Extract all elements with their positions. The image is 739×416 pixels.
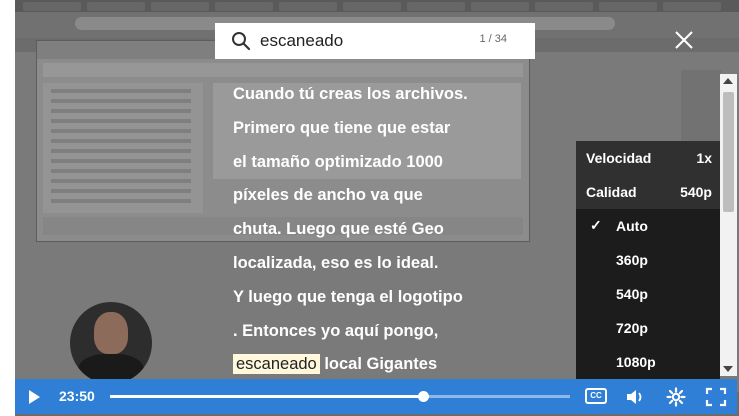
- quality-option-label: 720p: [616, 320, 648, 336]
- checkmark-icon: ✓: [590, 217, 602, 233]
- search-icon: [232, 32, 251, 51]
- transcript-line: el tamaño optimizado 1000: [233, 152, 443, 171]
- search-highlight[interactable]: escaneado: [233, 354, 320, 375]
- quality-option-540p[interactable]: 540p: [576, 277, 720, 311]
- quality-option-label: Auto: [616, 218, 648, 234]
- scroll-up-arrow-icon[interactable]: [723, 78, 733, 84]
- scroll-thumb[interactable]: [723, 92, 734, 212]
- progress-handle[interactable]: [417, 391, 429, 402]
- recorded-browser-tabs: [15, 0, 739, 12]
- transcript-line: píxeles de ancho va que: [233, 186, 423, 205]
- transcript-line: . Entonces yo aquí pongo,: [233, 321, 439, 340]
- player-control-bar: 23:50 CC: [15, 379, 737, 414]
- quality-option-720p[interactable]: 720p: [576, 311, 720, 345]
- quality-option-label: 540p: [616, 286, 648, 302]
- progress-bar[interactable]: [110, 391, 570, 402]
- quality-label: Calidad: [586, 184, 637, 200]
- speed-value: 1x: [696, 150, 712, 166]
- video-player: 1 / 34 Cuando tú creas los archivos. Pri…: [0, 0, 739, 416]
- quality-option-auto[interactable]: ✓ Auto: [576, 209, 720, 243]
- transcript-line: chuta. Luego que esté Geo: [233, 220, 444, 239]
- transcript-line: localizada, eso es lo ideal.: [233, 253, 439, 272]
- transcript-line: Y luego que tenga el logotipo: [233, 287, 463, 306]
- volume-icon[interactable]: [625, 388, 647, 406]
- quality-option-1080p[interactable]: 1080p: [576, 345, 720, 379]
- quality-option-label: 1080p: [616, 354, 656, 370]
- transcript-line-rest: local Gigantes: [319, 355, 438, 374]
- scroll-down-arrow-icon[interactable]: [723, 366, 733, 372]
- settings-gear-icon[interactable]: [666, 387, 686, 407]
- quality-value: 540p: [680, 184, 712, 200]
- speed-label: Velocidad: [586, 150, 652, 166]
- close-icon[interactable]: [672, 28, 696, 52]
- settings-menu: Velocidad 1x Calidad 540p ✓ Auto 360p 54…: [576, 141, 720, 379]
- search-input[interactable]: [260, 29, 470, 53]
- fullscreen-icon[interactable]: [705, 387, 727, 407]
- progress-played: [110, 395, 423, 398]
- closed-captions-icon[interactable]: CC: [585, 388, 607, 404]
- transcript-line-match: escaneado local Gigantes: [233, 348, 553, 382]
- scrollbar[interactable]: [720, 74, 737, 376]
- transcript-line: Cuando tú creas los archivos.: [233, 85, 468, 103]
- menu-quality[interactable]: Calidad 540p: [576, 175, 720, 209]
- transcript-panel: Cuando tú creas los archivos. Primero qu…: [233, 78, 553, 382]
- transcript-search-bar: 1 / 34: [215, 23, 535, 59]
- quality-option-label: 360p: [616, 252, 648, 268]
- play-icon[interactable]: [29, 390, 40, 404]
- quality-option-360p[interactable]: 360p: [576, 243, 720, 277]
- menu-speed[interactable]: Velocidad 1x: [576, 141, 720, 175]
- current-time: 23:50: [59, 388, 95, 404]
- transcript-line: Primero que tiene que estar: [233, 118, 451, 137]
- presenter-webcam: [70, 302, 152, 384]
- search-match-count: 1 / 34: [479, 33, 507, 45]
